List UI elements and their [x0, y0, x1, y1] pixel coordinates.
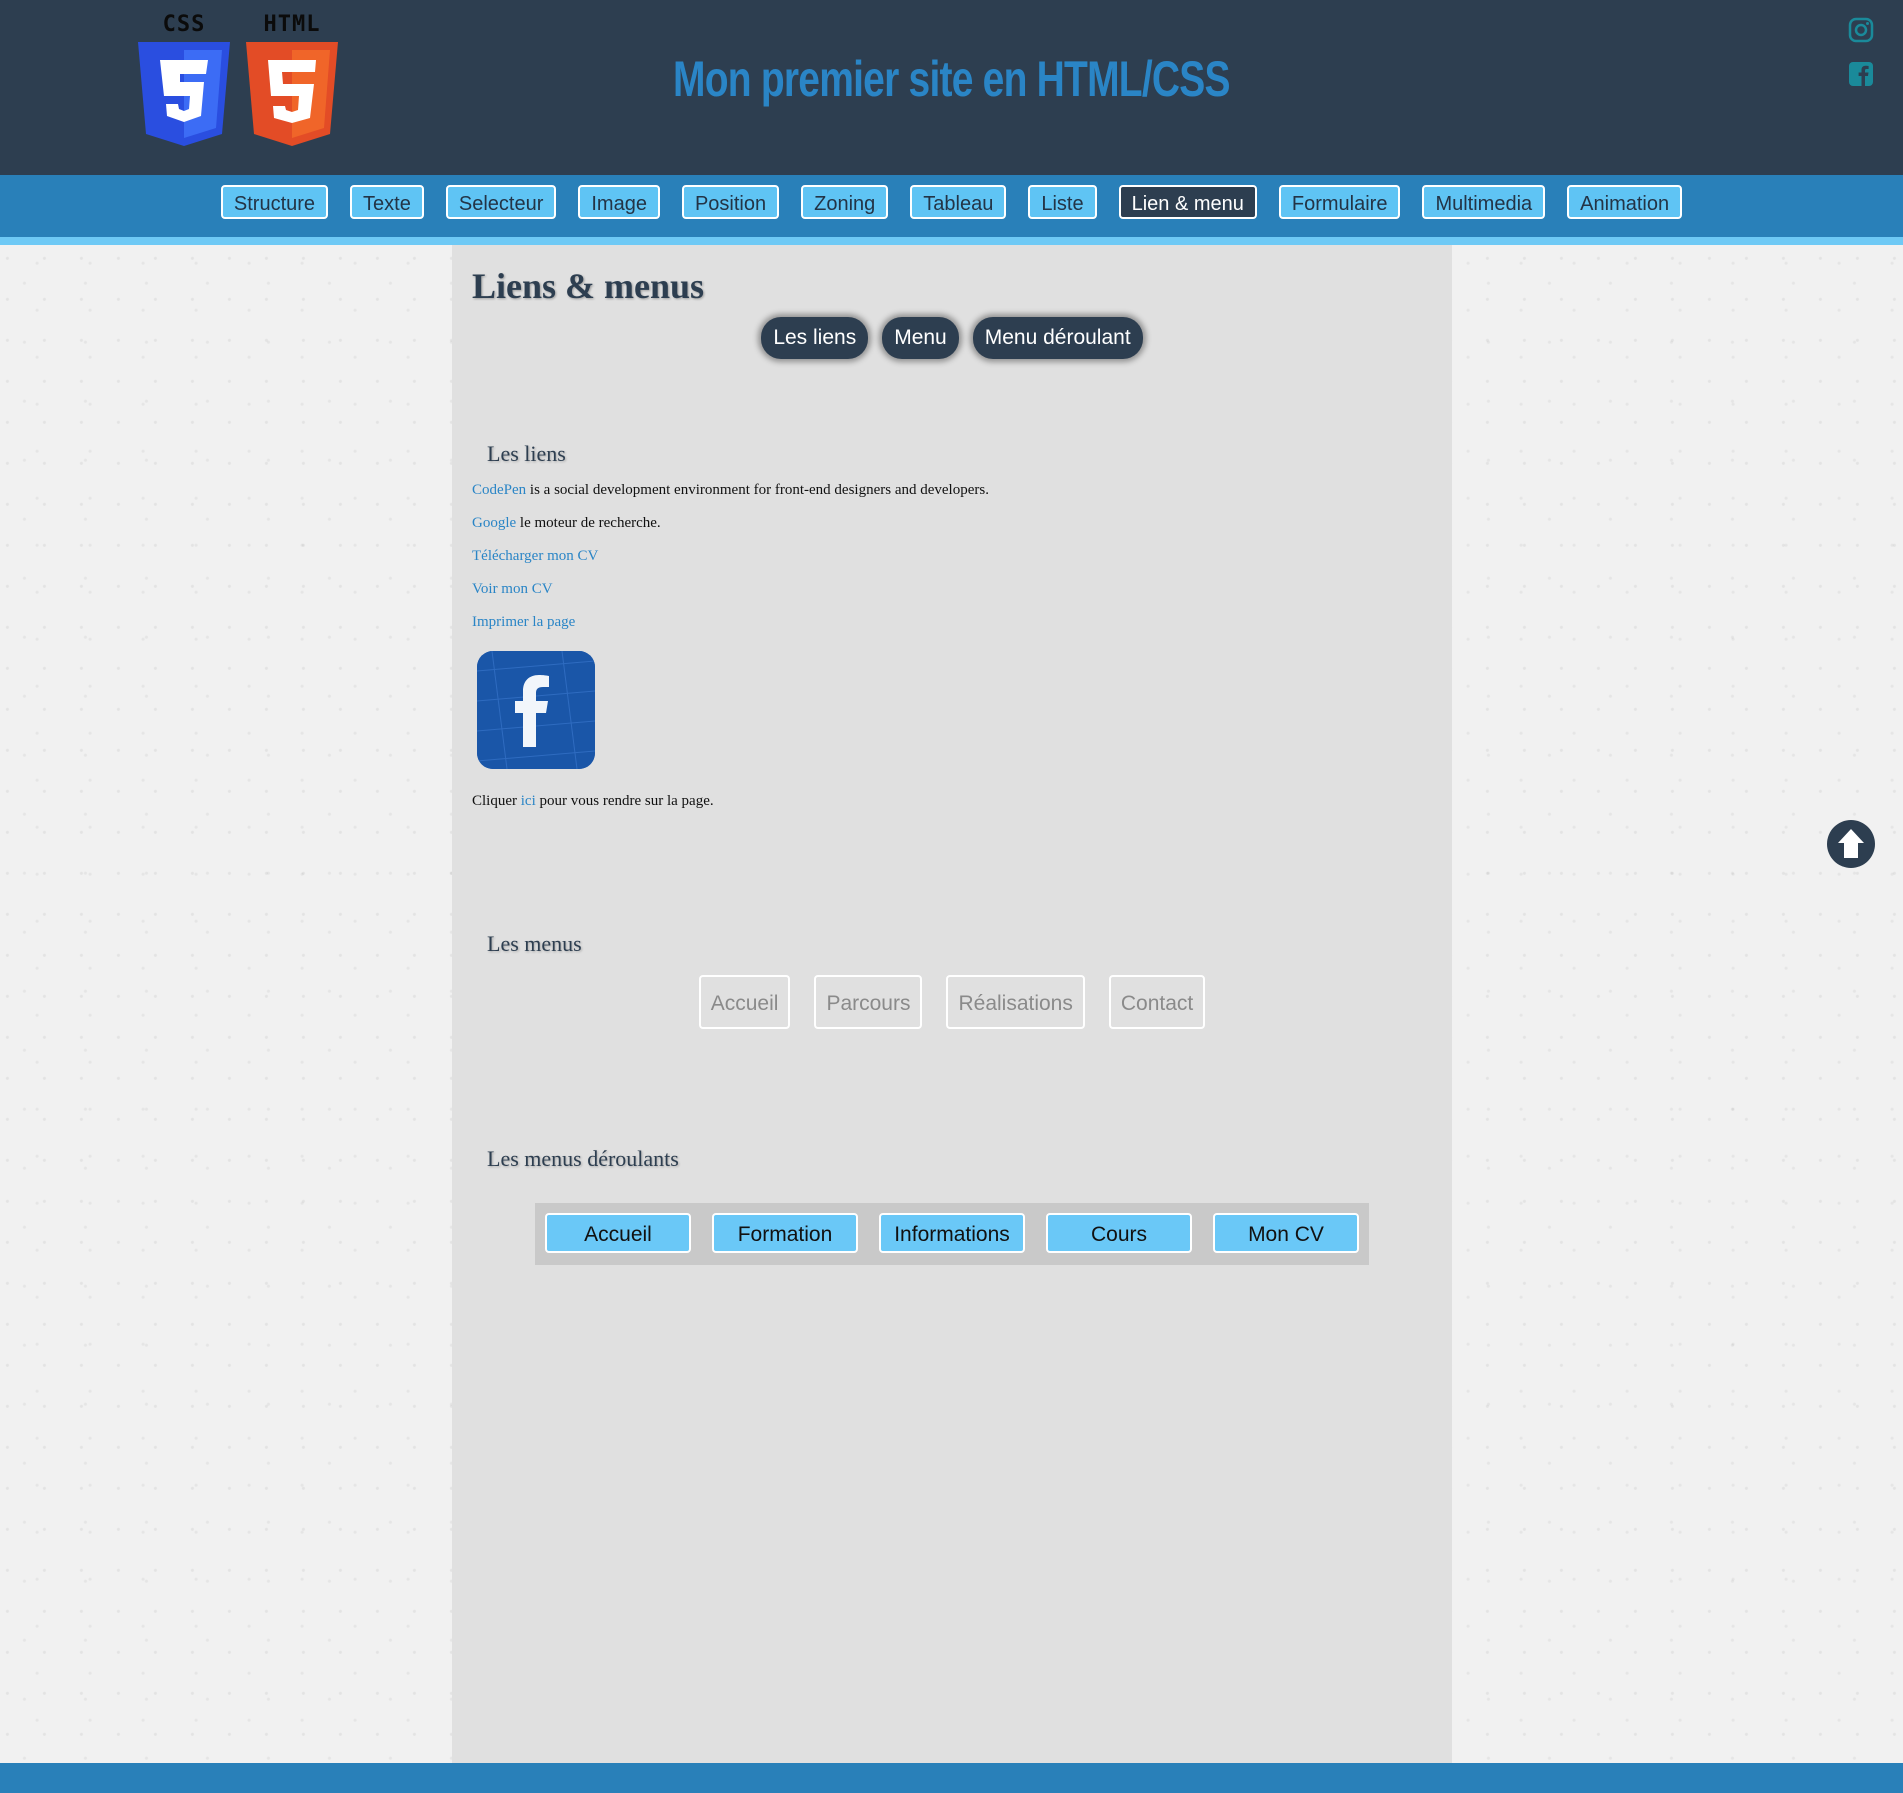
download-cv-link[interactable]: Télécharger mon CV: [472, 548, 598, 564]
instagram-icon[interactable]: [1847, 16, 1875, 44]
horizontal-menu: Accueil Parcours Réalisations Contact: [452, 975, 1452, 1029]
click-after-text: pour vous rendre sur la page.: [535, 793, 714, 809]
anchor-menu-deroulant-button[interactable]: Menu déroulant: [972, 317, 1143, 359]
page-title: Liens & menus: [472, 266, 705, 306]
codepen-paragraph: CodePen is a social development environm…: [472, 482, 989, 499]
links-section-title: Les liens: [487, 441, 566, 466]
nav-item-structure[interactable]: Structure: [220, 185, 329, 219]
ici-link[interactable]: ici: [521, 793, 536, 809]
download-cv-paragraph: Télécharger mon CV: [472, 548, 598, 565]
print-page-link[interactable]: Imprimer la page: [472, 614, 575, 630]
google-link[interactable]: Google: [472, 515, 516, 531]
dropdown-menu-bar: Accueil Formation Informations Cours Mon…: [535, 1203, 1369, 1265]
google-description: le moteur de recherche.: [516, 515, 661, 531]
codepen-description: is a social development environment for …: [526, 482, 989, 498]
codepen-link[interactable]: CodePen: [472, 482, 526, 498]
view-cv-paragraph: Voir mon CV: [472, 581, 553, 598]
nav-item-formulaire[interactable]: Formulaire: [1278, 185, 1401, 219]
main-content: Liens & menus Les liens Menu Menu déroul…: [452, 245, 1452, 1763]
site-title: Mon premier site en HTML/CSS: [673, 51, 1231, 107]
anchor-nav: Les liens Menu Menu déroulant: [452, 317, 1452, 359]
anchor-menu-button[interactable]: Menu: [882, 317, 959, 359]
dropdown-section-title: Les menus déroulants: [487, 1146, 679, 1171]
print-page-paragraph: Imprimer la page: [472, 614, 575, 631]
nav-item-tableau[interactable]: Tableau: [910, 185, 1007, 219]
menu-item-accueil[interactable]: Accueil: [698, 975, 791, 1029]
site-footer: [0, 1763, 1903, 1793]
facebook-square-icon[interactable]: [1847, 60, 1875, 88]
arrow-up-icon: [1838, 829, 1864, 858]
nav-item-liste[interactable]: Liste: [1028, 185, 1097, 219]
nav-list: Structure Texte Selecteur Image Position…: [0, 185, 1903, 219]
view-cv-link[interactable]: Voir mon CV: [472, 581, 553, 597]
dropdown-item-accueil[interactable]: Accueil: [545, 1213, 691, 1253]
menus-section-title: Les menus: [487, 931, 582, 956]
nav-item-lien-menu[interactable]: Lien & menu: [1118, 185, 1257, 219]
nav-item-selecteur[interactable]: Selecteur: [445, 185, 557, 219]
google-paragraph: Google le moteur de recherche.: [472, 515, 661, 532]
menu-item-parcours[interactable]: Parcours: [814, 975, 923, 1029]
nav-item-texte[interactable]: Texte: [350, 185, 424, 219]
menu-item-contact[interactable]: Contact: [1108, 975, 1206, 1029]
facebook-paragraph: Cliquer ici pour vous rendre sur la page…: [472, 793, 714, 810]
site-header: CSS HTML Mon premier site en HTML/CSS: [0, 0, 1903, 175]
nav-item-multimedia[interactable]: Multimedia: [1422, 185, 1546, 219]
dropdown-item-informations[interactable]: Informations: [879, 1213, 1025, 1253]
nav-item-zoning[interactable]: Zoning: [801, 185, 889, 219]
dropdown-item-cours[interactable]: Cours: [1046, 1213, 1192, 1253]
dropdown-item-formation[interactable]: Formation: [712, 1213, 858, 1253]
main-nav: Structure Texte Selecteur Image Position…: [0, 175, 1903, 245]
anchor-les-liens-button[interactable]: Les liens: [761, 317, 869, 359]
nav-item-animation[interactable]: Animation: [1567, 185, 1683, 219]
scroll-to-top-button[interactable]: [1827, 820, 1875, 868]
nav-item-position[interactable]: Position: [681, 185, 780, 219]
menu-item-realisations[interactable]: Réalisations: [946, 975, 1085, 1029]
click-before-text: Cliquer: [472, 793, 521, 809]
dropdown-item-mon-cv[interactable]: Mon CV: [1213, 1213, 1359, 1253]
facebook-logo-icon: [477, 651, 595, 769]
facebook-image-link[interactable]: [477, 651, 595, 769]
nav-item-image[interactable]: Image: [578, 185, 660, 219]
